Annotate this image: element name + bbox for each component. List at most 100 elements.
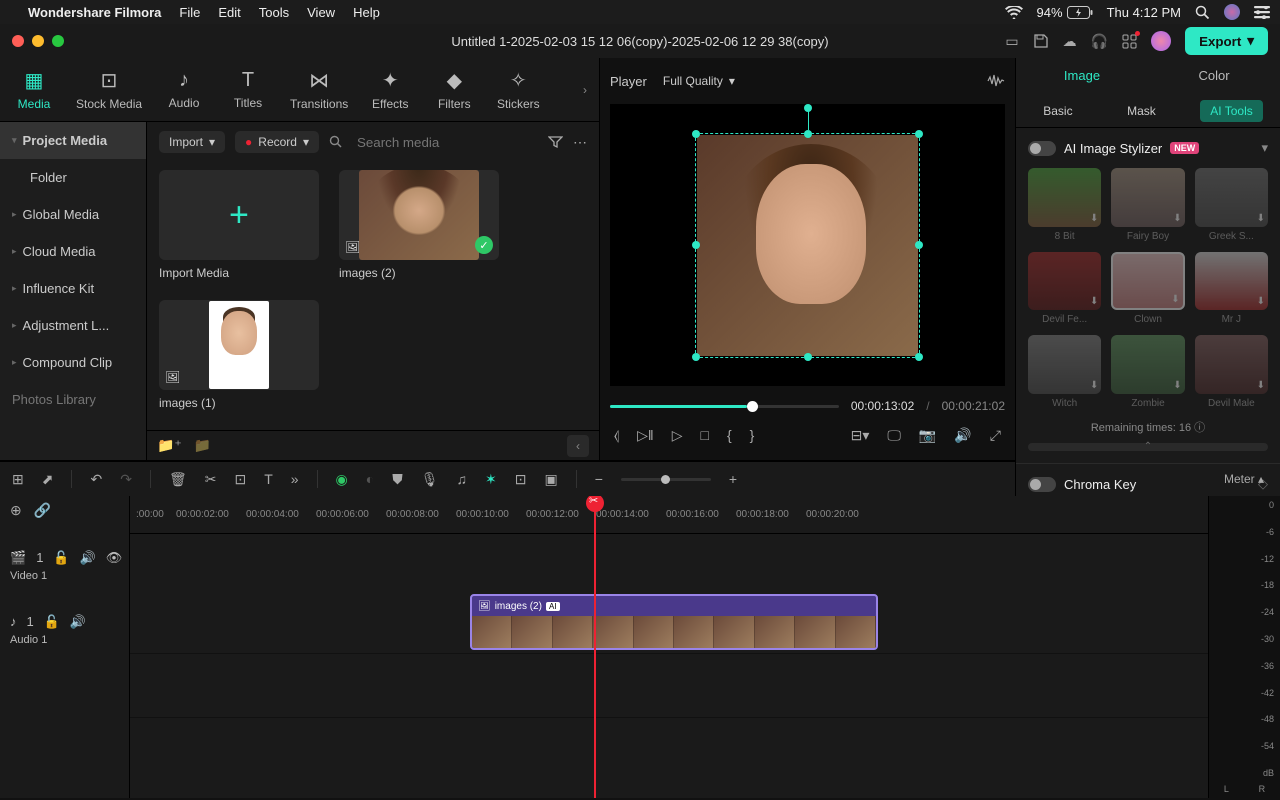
select-icon[interactable]: ⬈	[42, 471, 54, 488]
sidebar-project-media[interactable]: ▾Project Media	[0, 122, 146, 159]
menu-file[interactable]: File	[179, 5, 200, 20]
split-icon[interactable]: ✶	[485, 471, 497, 488]
sidebar-folder[interactable]: Folder	[0, 159, 146, 196]
inspector-tab-image[interactable]: Image	[1016, 58, 1148, 94]
folder-icon[interactable]: 📁	[194, 437, 211, 454]
sidebar-compound-clip[interactable]: ▸Compound Clip	[0, 344, 146, 381]
mark-in-icon[interactable]: {	[727, 427, 732, 443]
media-item[interactable]: 🖼 images (1)	[159, 300, 319, 410]
more-icon[interactable]: ⋯	[573, 134, 587, 151]
track-head-video[interactable]: 🎬1🔓🔊👁 Video 1	[0, 534, 129, 598]
waveform-icon[interactable]	[987, 74, 1005, 88]
track-head-audio[interactable]: ♪1🔓🔊 Audio 1	[0, 598, 129, 662]
menu-help[interactable]: Help	[353, 5, 380, 20]
menu-tools[interactable]: Tools	[259, 5, 289, 20]
resize-handle[interactable]	[915, 241, 923, 249]
grid-icon[interactable]: ⊞	[12, 471, 24, 488]
volume-icon[interactable]: 🔊	[954, 427, 971, 444]
help-icon[interactable]: ⓘ	[1194, 422, 1205, 434]
import-media-tile[interactable]: + Import Media	[159, 170, 319, 280]
chevron-down-icon[interactable]: ▾	[1261, 140, 1268, 156]
audio-mixer-icon[interactable]: ♫	[457, 471, 468, 487]
audio-track[interactable]	[130, 654, 1208, 718]
sidebar-photos-library[interactable]: Photos Library	[0, 381, 146, 418]
tab-stickers[interactable]: ✧Stickers	[496, 68, 540, 111]
record-dropdown[interactable]: ● Record ▾	[235, 131, 319, 153]
more-tools-icon[interactable]: »	[291, 471, 299, 487]
record-screen-icon[interactable]: ⊡	[515, 471, 527, 488]
wifi-icon[interactable]	[1005, 6, 1023, 19]
mic-icon[interactable]: 🎙	[421, 471, 439, 488]
import-dropdown[interactable]: Import ▾	[159, 131, 225, 153]
siri-icon[interactable]	[1224, 4, 1240, 20]
export-button[interactable]: Export ▾	[1185, 27, 1268, 55]
subtab-ai-tools[interactable]: AI Tools	[1200, 100, 1262, 122]
toggle-chroma-key[interactable]	[1028, 477, 1056, 492]
tab-stock-media[interactable]: ⊡Stock Media	[76, 68, 142, 111]
tab-transitions[interactable]: ⋈Transitions	[290, 68, 348, 111]
track-add-icon[interactable]: ⊕	[10, 502, 22, 519]
crop-icon[interactable]: ⊡	[234, 471, 246, 488]
mute-icon[interactable]: 🔊	[70, 614, 86, 630]
mute-icon[interactable]: 🔊	[80, 550, 96, 566]
undo-icon[interactable]: ↶	[90, 471, 102, 488]
cloud-icon[interactable]: ☁	[1063, 33, 1077, 50]
tab-filters[interactable]: ◆Filters	[432, 68, 476, 111]
layout-icon[interactable]: ▭	[1005, 33, 1018, 50]
resize-handle[interactable]	[915, 130, 923, 138]
menu-view[interactable]: View	[307, 5, 335, 20]
snapshot-icon[interactable]: 📷	[919, 427, 936, 444]
zoom-out-icon[interactable]: −	[595, 471, 603, 487]
headphones-icon[interactable]: 🎧	[1091, 33, 1108, 50]
menubar-clock[interactable]: Thu 4:12 PM	[1107, 5, 1181, 20]
tab-titles[interactable]: TTitles	[226, 69, 270, 110]
selected-clip-transform[interactable]	[695, 133, 920, 358]
video-track[interactable]: 🖼images (2)AI	[130, 590, 1208, 654]
resize-handle[interactable]	[915, 353, 923, 361]
play-icon[interactable]: ▷	[672, 427, 683, 444]
style-item[interactable]: ⬇Greek S...	[1195, 168, 1268, 242]
battery-status[interactable]: 94%	[1037, 5, 1093, 20]
control-center-icon[interactable]	[1254, 6, 1270, 19]
zoom-slider[interactable]	[621, 478, 711, 481]
visibility-icon[interactable]: 👁	[106, 550, 123, 566]
style-item[interactable]: ⬇Mr J	[1195, 252, 1268, 326]
sidebar-global-media[interactable]: ▸Global Media	[0, 196, 146, 233]
subtab-basic[interactable]: Basic	[1033, 100, 1082, 122]
resize-handle[interactable]	[692, 130, 700, 138]
style-item[interactable]: ⬇Zombie	[1111, 335, 1184, 409]
redo-icon[interactable]: ↷	[120, 471, 132, 488]
style-item[interactable]: ⬇8 Bit	[1028, 168, 1101, 242]
lock-icon[interactable]: 🔓	[44, 614, 60, 630]
sidebar-influence-kit[interactable]: ▸Influence Kit	[0, 270, 146, 307]
playhead[interactable]: ✂	[594, 496, 596, 798]
menu-edit[interactable]: Edit	[218, 5, 240, 20]
tab-media[interactable]: ▦Media	[12, 68, 56, 111]
ratio-icon[interactable]: ⊟▾	[851, 427, 870, 444]
prev-frame-icon[interactable]: ⦉	[614, 427, 619, 444]
player-viewport[interactable]	[610, 104, 1005, 386]
search-input[interactable]	[353, 131, 538, 154]
toggle-ai-stylizer[interactable]	[1028, 141, 1056, 156]
media-item[interactable]: 🖼 ✓ images (2)	[339, 170, 499, 280]
new-folder-icon[interactable]: 📁⁺	[157, 437, 182, 454]
filter-icon[interactable]	[548, 135, 563, 150]
quality-dropdown[interactable]: Full Quality ▾	[663, 74, 735, 88]
link-icon[interactable]: 🔗	[34, 502, 51, 519]
style-item[interactable]: ⬇Devil Fe...	[1028, 252, 1101, 326]
save-icon[interactable]	[1033, 33, 1049, 49]
display-icon[interactable]: 🖵	[887, 427, 901, 444]
color-icon[interactable]: ◐	[366, 471, 374, 487]
resize-handle[interactable]	[804, 353, 812, 361]
style-item[interactable]: ⬇Devil Male	[1195, 335, 1268, 409]
collapse-sidebar[interactable]: ‹	[567, 435, 589, 457]
timeline-ruler[interactable]: :00:00 00:00:02:00 00:00:04:00 00:00:06:…	[130, 496, 1208, 534]
app-name[interactable]: Wondershare Filmora	[28, 5, 161, 20]
resize-handle[interactable]	[804, 130, 812, 138]
style-item[interactable]: ⬇Clown	[1111, 252, 1184, 326]
tabs-scroll-right[interactable]: ›	[583, 83, 587, 97]
timeline-tracks[interactable]: :00:00 00:00:02:00 00:00:04:00 00:00:06:…	[130, 496, 1208, 798]
style-item[interactable]: ⬇Fairy Boy	[1111, 168, 1184, 242]
ai-icon[interactable]: ◉	[336, 471, 348, 488]
spotlight-icon[interactable]	[1195, 5, 1210, 20]
